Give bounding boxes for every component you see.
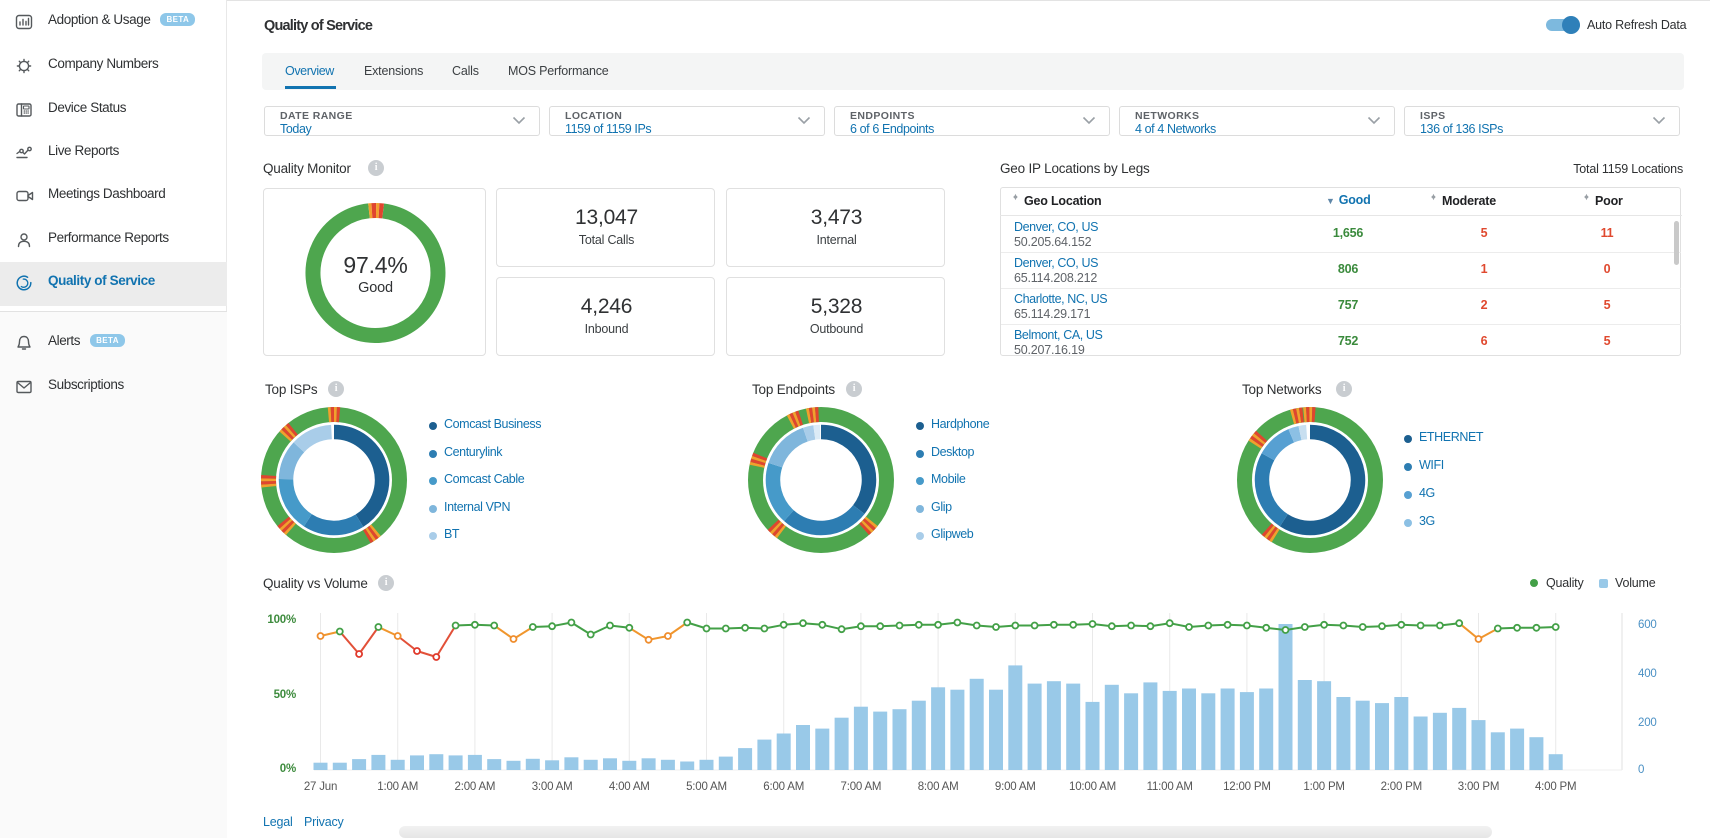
svg-text:8:00 AM: 8:00 AM [918, 781, 959, 793]
svg-text:50%: 50% [274, 689, 296, 701]
svg-text:2:00 PM: 2:00 PM [1381, 781, 1422, 793]
svg-text:27 Jun: 27 Jun [304, 781, 337, 793]
svg-text:100%: 100% [267, 614, 296, 626]
svg-text:200: 200 [1638, 717, 1657, 729]
svg-text:11:00 AM: 11:00 AM [1147, 781, 1193, 793]
svg-text:1:00 AM: 1:00 AM [377, 781, 418, 793]
svg-text:0: 0 [1638, 764, 1644, 776]
svg-text:400: 400 [1638, 668, 1657, 680]
svg-text:5:00 AM: 5:00 AM [686, 781, 727, 793]
svg-text:0%: 0% [280, 763, 296, 775]
svg-text:7:00 AM: 7:00 AM [841, 781, 882, 793]
svg-text:1:00 PM: 1:00 PM [1303, 781, 1344, 793]
svg-text:2:00 AM: 2:00 AM [455, 781, 496, 793]
svg-text:3:00 AM: 3:00 AM [532, 781, 573, 793]
svg-text:12:00 PM: 12:00 PM [1223, 781, 1271, 793]
svg-text:4:00 PM: 4:00 PM [1535, 781, 1576, 793]
svg-text:4:00 AM: 4:00 AM [609, 781, 650, 793]
svg-text:9:00 AM: 9:00 AM [995, 781, 1036, 793]
svg-text:3:00 PM: 3:00 PM [1458, 781, 1499, 793]
svg-text:600: 600 [1638, 619, 1657, 631]
svg-text:6:00 AM: 6:00 AM [763, 781, 804, 793]
svg-text:10:00 AM: 10:00 AM [1069, 781, 1116, 793]
